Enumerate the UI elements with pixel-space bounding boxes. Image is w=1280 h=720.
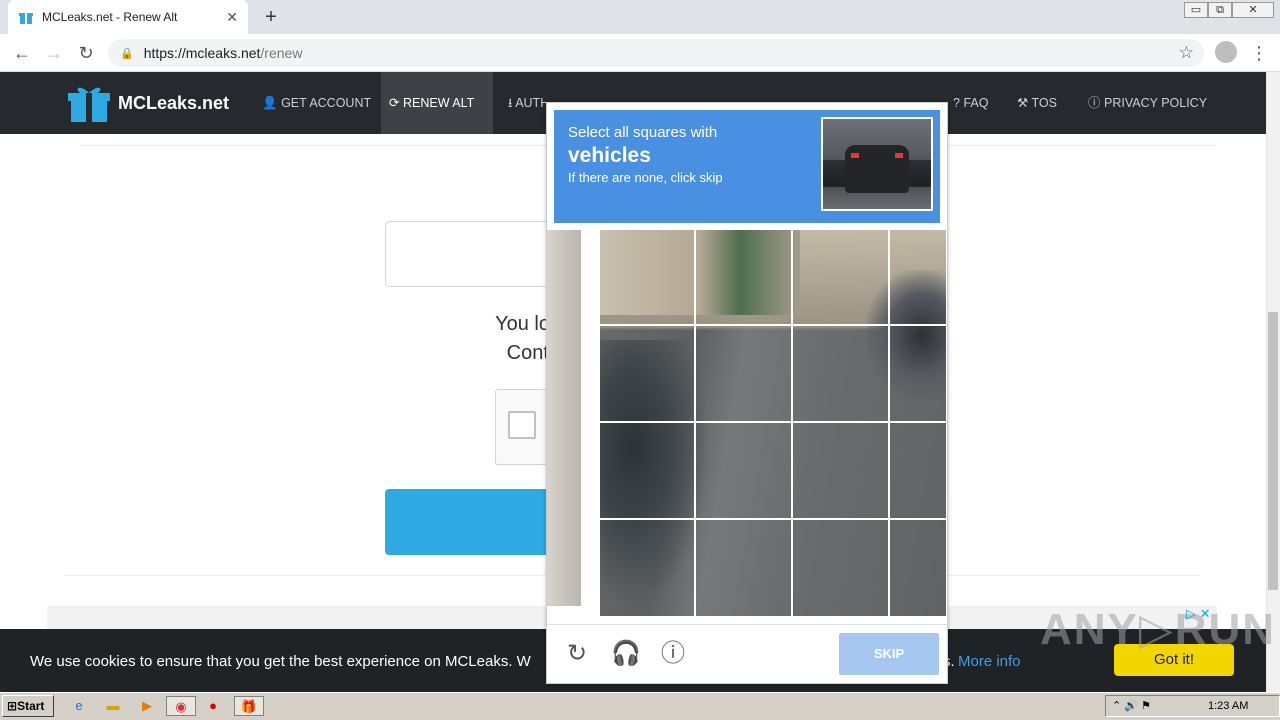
bookmark-star-icon[interactable]: ☆ [1179,43,1194,63]
renew-button[interactable] [385,489,555,555]
nav-label: TOS [1031,96,1057,110]
chrome-taskbar-icon[interactable]: ◉ [166,696,196,716]
question-icon: ? [953,96,960,110]
url-host: https://mcleaks.net [143,45,261,61]
media-player-icon[interactable]: ▶ [136,696,158,716]
opera-icon[interactable]: ● [202,696,224,716]
anyrun-watermark: ANY▷RUN [1040,605,1277,654]
nav-label: PRIVACY POLICY [1104,96,1208,110]
lock-icon: 🔒 [120,47,134,60]
refresh-icon: ⟳ [389,96,400,110]
nav-renew-alt[interactable]: ⟳ RENEW ALT [381,72,493,134]
challenge-image-grid[interactable] [600,230,946,616]
user-plus-icon: 👤 [262,96,278,110]
minimize-button[interactable]: ▭ [1184,2,1208,18]
nav-label: RENEW ALT [402,96,475,110]
nav-privacy-policy[interactable]: ⓘ PRIVACY POLICY [1080,72,1215,134]
reload-button[interactable]: ↻ [74,42,98,64]
folder-icon[interactable]: ▬ [102,696,124,716]
nav-tos[interactable]: ⚒ TOS [1009,72,1065,134]
brand-name: MCLeaks.net [118,92,230,113]
site-logo[interactable]: MCLeaks.net [68,84,229,122]
tab-close-icon[interactable]: ✕ [226,9,238,26]
challenge-keyword: vehicles [568,144,651,167]
ad-choices-icon[interactable]: ▷ ✕ [1186,606,1211,622]
challenge-prompt: Select all squares with [568,124,718,141]
new-tab-button[interactable]: + [258,4,284,30]
info-icon[interactable]: ⓘ [659,640,687,668]
browser-tab[interactable]: MCLeaks.net - Renew Alt ✕ [8,0,248,34]
scrollbar-thumb[interactable] [1268,312,1278,590]
nav-label: GET ACCOUNT [281,96,372,110]
reload-icon[interactable]: ↻ [563,640,591,668]
profile-avatar-icon[interactable] [1215,41,1237,63]
skip-button[interactable]: SKIP [839,633,939,675]
restore-button[interactable]: ⧉ [1208,2,1232,18]
cookie-message: We use cookies to ensure that you get th… [30,653,531,670]
address-bar[interactable]: 🔒 https://mcleaks.net/renew ☆ [108,39,1204,67]
more-info-link[interactable]: More info [958,653,1021,670]
recaptcha-checkbox[interactable] [508,411,536,439]
windows-logo-icon: ⊞ [7,699,18,713]
window-close-button[interactable]: ✕ [1232,2,1274,18]
url-path: /renew [260,45,303,61]
nav-faq[interactable]: ? FAQ [945,72,996,134]
message-line-2: Conta [506,342,560,364]
gavel-icon: ⚒ [1017,96,1029,110]
start-button[interactable]: ⊞Start [2,695,54,717]
tray-icons[interactable]: ⌃ 🔊 ⚑ [1112,700,1151,712]
start-label: Start [17,699,45,713]
forward-button[interactable]: → [42,42,66,64]
previous-image-strip [547,230,581,606]
lost-account-message: You los Conta [400,310,560,368]
tab-title: MCLeaks.net - Renew Alt [42,10,178,24]
info-icon: ⓘ [1088,96,1101,110]
system-tray: ⌃ 🔊 ⚑ 1:23 AM [1105,695,1280,717]
back-button[interactable]: ← [10,42,34,64]
gift-logo-icon [68,87,110,122]
download-icon: ⭳ [508,96,513,110]
clock: 1:23 AM [1208,700,1249,712]
nav-authenticator[interactable]: ⭳ AUTHENTICATOR [500,72,546,134]
nav-label: FAQ [963,96,989,110]
audio-icon[interactable]: 🎧 [611,640,641,668]
challenge-hint: If there are none, click skip [568,170,723,185]
gift-favicon-icon [19,13,33,24]
nav-get-account[interactable]: 👤 GET ACCOUNT [254,72,379,134]
nav-label: AUTHENTICATOR [515,96,546,110]
mcleaks-taskbar-icon[interactable]: 🎁 [234,696,264,716]
ie-icon[interactable]: e [68,696,90,716]
sample-vehicle-image [821,117,933,211]
chrome-menu-icon[interactable]: ⋮ [1247,42,1271,64]
message-line-1: You los [495,313,560,335]
